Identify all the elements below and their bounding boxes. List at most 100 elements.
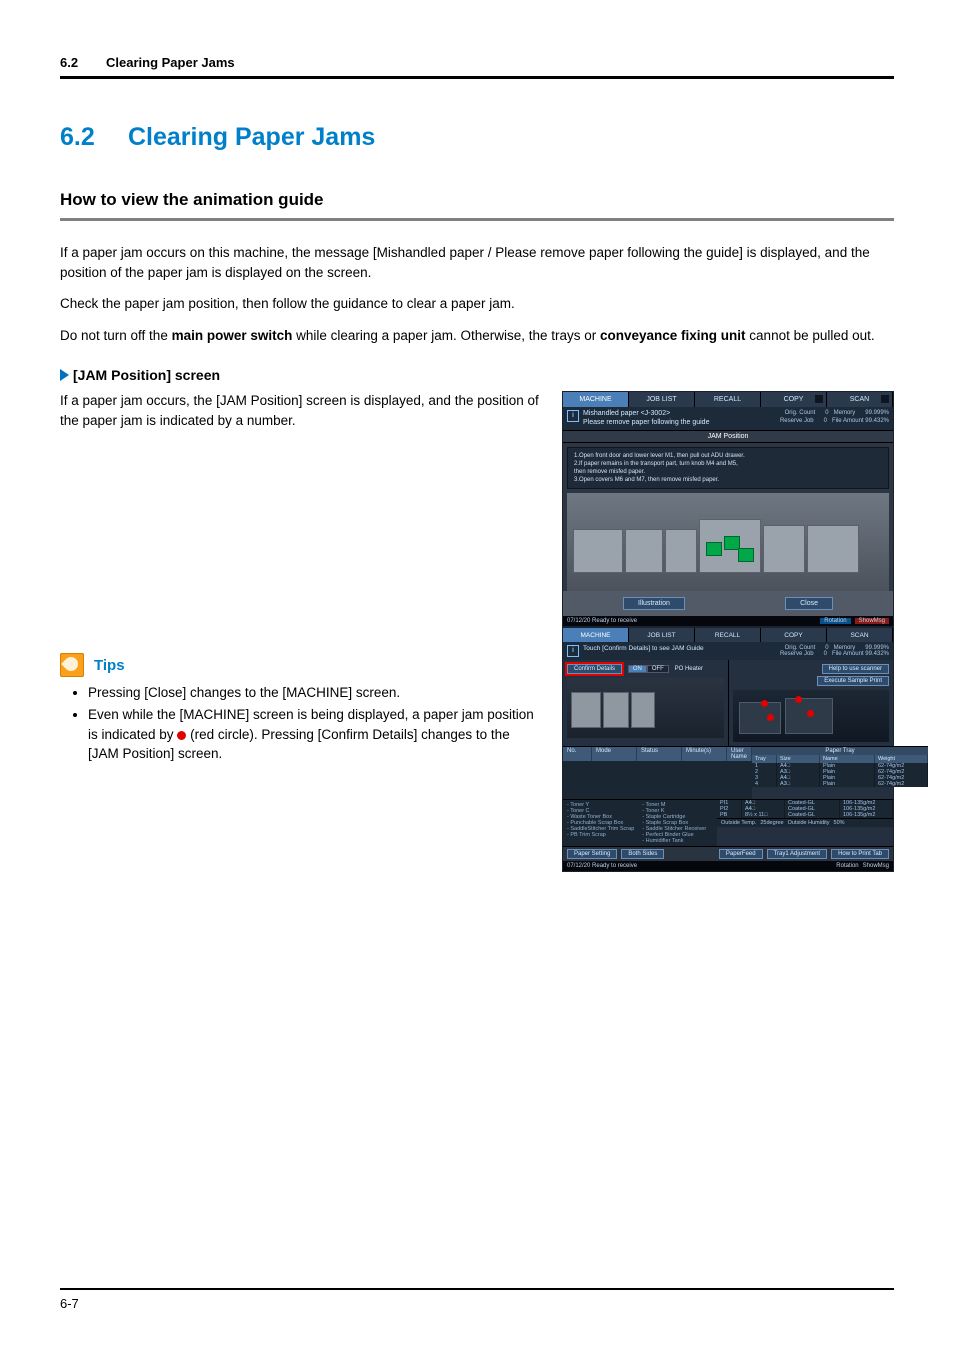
section-heading-num: 6.2 bbox=[60, 123, 110, 152]
bb-tray1-adjustment[interactable]: Tray1 Adjustment bbox=[767, 849, 827, 859]
ss2-left-machine-diagram bbox=[567, 678, 724, 738]
ss2-right-machine-diagram bbox=[733, 690, 890, 742]
tips-icon bbox=[60, 653, 84, 677]
ss2-message-text: Touch [Confirm Details] to see JAM Guide bbox=[583, 645, 776, 652]
ss1-jam-marker-3 bbox=[738, 548, 754, 562]
ss2-tab-copy[interactable]: COPY bbox=[761, 628, 827, 642]
info-icon: i bbox=[567, 645, 579, 657]
ss1-button-row: Illustration Close bbox=[563, 591, 893, 616]
ss2-bottom-bar: Paper Setting Both Sides PaperFeed Tray1… bbox=[563, 846, 893, 861]
po-heater-toggle[interactable]: ON OFF bbox=[628, 665, 669, 673]
ss1-footer-status: 07/12/20 Ready to receive bbox=[567, 618, 637, 624]
bb-both-sides[interactable]: Both Sides bbox=[621, 849, 664, 859]
ss1-tab-machine[interactable]: MACHINE bbox=[563, 392, 629, 407]
ss2-left-unit-2 bbox=[603, 692, 629, 728]
env-hum-value: 50% bbox=[834, 820, 845, 826]
ss1-unit-3 bbox=[665, 529, 697, 573]
jam-dot-2 bbox=[767, 714, 774, 721]
ss1-steps: 1.Open front door and lower lever M1, th… bbox=[567, 447, 889, 489]
consumable-item: PB Trim Scrap bbox=[567, 832, 634, 838]
paragraph-intro-3: Do not turn off the main power switch wh… bbox=[60, 326, 894, 346]
confirm-details-button[interactable]: Confirm Details bbox=[567, 664, 622, 674]
th-tray: Tray bbox=[752, 755, 777, 763]
jl-col-no: No. bbox=[563, 747, 592, 761]
section-heading: 6.2 Clearing Paper Jams bbox=[60, 123, 894, 152]
paragraph-intro-3e: cannot be pulled out. bbox=[746, 328, 875, 343]
ss2-footer-status: 07/12/20 Ready to receive bbox=[567, 863, 637, 869]
jam-position-heading: [JAM Position] screen bbox=[60, 367, 894, 383]
paragraph-intro-2: Check the paper jam position, then follo… bbox=[60, 294, 894, 314]
toggle-off[interactable]: OFF bbox=[647, 665, 669, 673]
env-temp-label: Outside Temp. bbox=[721, 820, 756, 826]
ss1-footer-chip-blue: Rotation bbox=[820, 618, 850, 624]
ss2-joblist: No. Mode Status Minute(s) User Name bbox=[563, 746, 752, 799]
ss2-footer-chip-red: ShowMsg bbox=[863, 863, 889, 869]
screenshot-machine-screen: MACHINE JOB LIST RECALL COPY SCAN i Touc… bbox=[562, 627, 894, 872]
triangle-right-icon bbox=[60, 369, 69, 381]
help-scanner-button[interactable]: Help to use scanner bbox=[822, 664, 889, 674]
ss2-tab-scan[interactable]: SCAN bbox=[827, 628, 893, 642]
ss1-footer-chip-red: ShowMsg bbox=[855, 618, 889, 624]
tip-2: Even while the [MACHINE] screen is being… bbox=[88, 705, 544, 764]
running-header: 6.2 Clearing Paper Jams bbox=[60, 55, 894, 70]
th-weight: Weight bbox=[875, 755, 928, 763]
info-icon: i bbox=[567, 410, 579, 422]
ss2-message-bar: i Touch [Confirm Details] to see JAM Gui… bbox=[563, 642, 893, 660]
ss2-consumables: Toner YToner CWaste Toner BoxPunchable S… bbox=[563, 799, 717, 846]
term-conveyance-fixing-unit: conveyance fixing unit bbox=[600, 328, 746, 343]
ss2-left-unit-3 bbox=[631, 692, 655, 728]
jl-col-mode: Mode bbox=[592, 747, 637, 761]
page-number: 6-7 bbox=[60, 1296, 894, 1311]
th-name: Name bbox=[820, 755, 875, 763]
ss1-message-text: Mishandled paper <J-3002> Please remove … bbox=[583, 410, 776, 427]
ss2-footer: 07/12/20 Ready to receive Rotation ShowM… bbox=[563, 861, 893, 871]
ss2-tab-recall[interactable]: RECALL bbox=[695, 628, 761, 642]
ss1-unit-main bbox=[699, 519, 761, 573]
running-header-title: Clearing Paper Jams bbox=[106, 55, 235, 70]
bb-paper-setting[interactable]: Paper Setting bbox=[567, 849, 617, 859]
ss1-message-line1: Mishandled paper <J-3002> bbox=[583, 410, 776, 418]
ss2-footer-chip-blue: Rotation bbox=[836, 863, 858, 869]
env-hum-label: Outside Humidity bbox=[788, 820, 830, 826]
ss1-tab-scan[interactable]: SCAN bbox=[827, 392, 893, 407]
ss1-metrics: Orig. Count 0 Memory 99.999% Reserve Job… bbox=[780, 410, 889, 425]
ss2-env-bar: Outside Temp. 25degree Outside Humidity … bbox=[717, 818, 893, 827]
ss1-message-bar: i Mishandled paper <J-3002> Please remov… bbox=[563, 407, 893, 430]
jl-col-user: User Name bbox=[727, 747, 752, 761]
paragraph-intro-3a: Do not turn off the bbox=[60, 328, 172, 343]
ss2-left-unit-1 bbox=[571, 692, 601, 728]
bb-paperfeed[interactable]: PaperFeed bbox=[719, 849, 763, 859]
ss2-right-unit-1 bbox=[739, 702, 781, 734]
ss2-tray-panel: Paper Tray Tray Size Name Weight 1A4□Pla… bbox=[752, 746, 928, 787]
section-heading-title: Clearing Paper Jams bbox=[128, 123, 375, 152]
ss1-illustration-button[interactable]: Illustration bbox=[623, 597, 685, 610]
ss2-tab-machine[interactable]: MACHINE bbox=[563, 628, 629, 642]
ss1-machine-diagram bbox=[567, 493, 889, 591]
running-header-rule bbox=[60, 76, 894, 79]
tips-label: Tips bbox=[94, 657, 125, 674]
ss2-left-pane: Confirm Details ON OFF PO Heater bbox=[563, 660, 728, 746]
ss2-metrics: Orig. Count 0 Memory 99.999% Reserve Job… bbox=[780, 645, 889, 657]
tips-list: Pressing [Close] changes to the [MACHINE… bbox=[70, 683, 544, 763]
tray-row: 4A3□Plain62-74g/m2 bbox=[752, 781, 928, 787]
ss2-tab-joblist[interactable]: JOB LIST bbox=[629, 628, 695, 642]
ss2-joblist-header: No. Mode Status Minute(s) User Name bbox=[563, 747, 752, 761]
ss1-tab-copy[interactable]: COPY bbox=[761, 392, 827, 407]
pi-row: PB8½ x 11□Coated-GL106-135g/m2 bbox=[717, 812, 893, 818]
term-main-power-switch: main power switch bbox=[172, 328, 293, 343]
paragraph-intro-1: If a paper jam occurs on this machine, t… bbox=[60, 243, 894, 282]
tray-panel-header: Tray Size Name Weight bbox=[752, 755, 928, 763]
consumable-item: Humidifier Tank bbox=[642, 838, 706, 844]
ss1-tab-recall[interactable]: RECALL bbox=[695, 392, 761, 407]
toggle-on[interactable]: ON bbox=[628, 665, 647, 673]
ss2-pi-panel: PI1A4□Coated-GL106-135g/m2PI2A4□Coated-G… bbox=[717, 799, 893, 818]
ss1-tab-joblist[interactable]: JOB LIST bbox=[629, 392, 695, 407]
tips-header: Tips bbox=[60, 653, 544, 677]
execute-sample-print-button[interactable]: Execute Sample Print bbox=[817, 676, 889, 686]
ss1-jam-marker-1 bbox=[706, 542, 722, 556]
bb-howto-print-tab[interactable]: How to Print Tab bbox=[831, 849, 889, 859]
page-footer: 6-7 bbox=[60, 1288, 894, 1311]
env-temp-value: 25degree bbox=[760, 820, 783, 826]
jam-position-heading-text: [JAM Position] screen bbox=[73, 367, 220, 383]
ss1-close-button[interactable]: Close bbox=[785, 597, 833, 610]
